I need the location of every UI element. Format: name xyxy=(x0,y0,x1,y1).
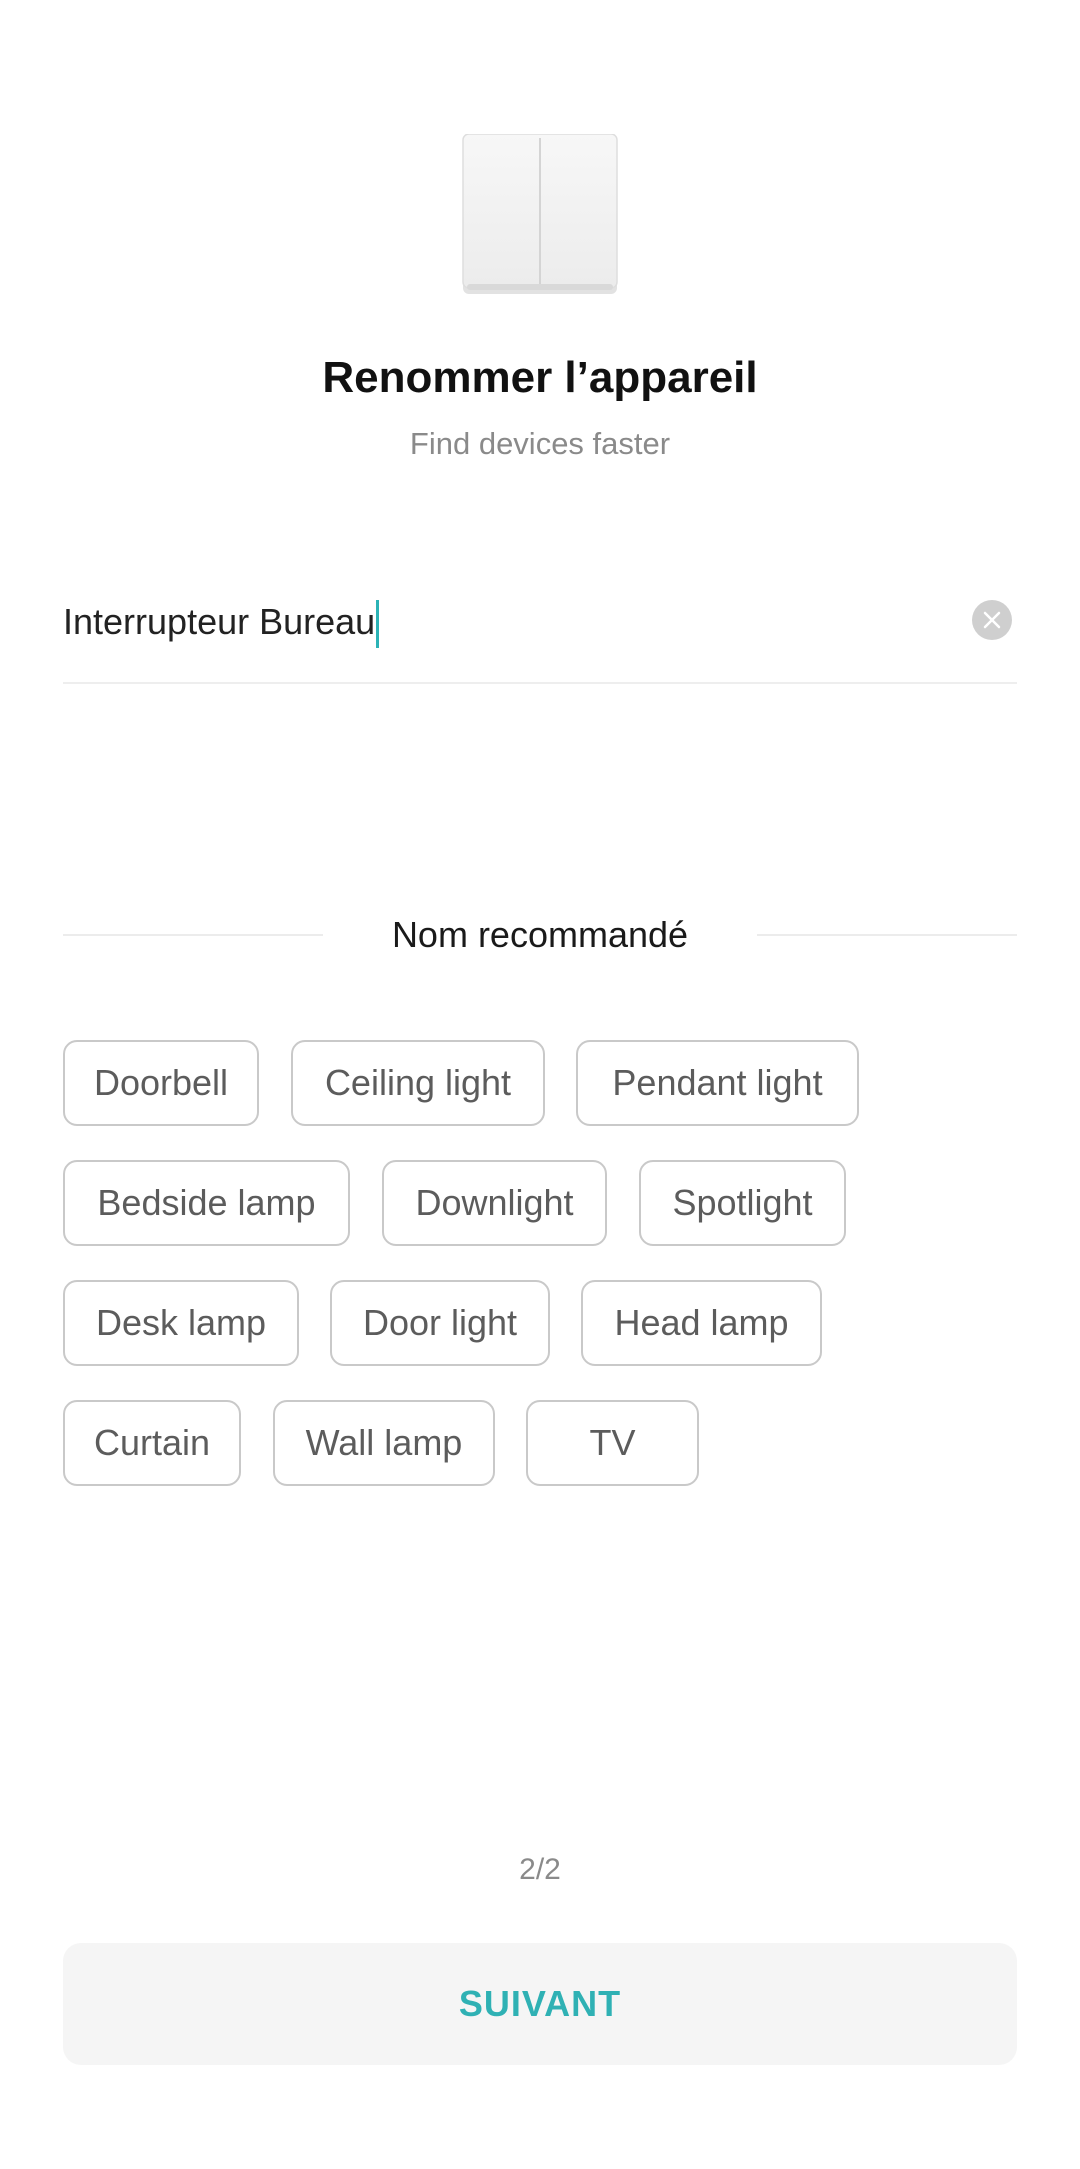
two-gang-wall-switch-icon xyxy=(462,134,618,294)
name-chip-door-light[interactable]: Door light xyxy=(330,1280,550,1366)
page-indicator: 2/2 xyxy=(519,1853,561,1886)
name-chip-doorbell[interactable]: Doorbell xyxy=(63,1040,259,1126)
name-chip-downlight[interactable]: Downlight xyxy=(382,1160,607,1246)
name-chip-desk-lamp[interactable]: Desk lamp xyxy=(63,1280,299,1366)
divider-right xyxy=(757,934,1017,936)
name-chip-tv[interactable]: TV xyxy=(526,1400,699,1486)
device-name-field[interactable]: Interrupteur Bureau xyxy=(63,580,1017,684)
device-name-value: Interrupteur Bureau xyxy=(63,601,376,642)
next-button[interactable]: SUIVANT xyxy=(63,1943,1017,2065)
name-chip-spotlight[interactable]: Spotlight xyxy=(639,1160,846,1246)
page-title: Renommer l’appareil xyxy=(322,353,758,402)
name-chip-bedside-lamp[interactable]: Bedside lamp xyxy=(63,1160,350,1246)
clear-button[interactable] xyxy=(972,600,1012,640)
rename-device-screen: Renommer l’appareil Find devices faster … xyxy=(0,0,1080,2169)
name-chip-pendant-light[interactable]: Pendant light xyxy=(576,1040,859,1126)
device-name-input[interactable]: Interrupteur Bureau xyxy=(63,594,380,650)
recommended-names-header: Nom recommandé xyxy=(63,910,1017,960)
name-chip-curtain[interactable]: Curtain xyxy=(63,1400,241,1486)
clear-circle-icon xyxy=(983,611,1001,629)
name-chip-head-lamp[interactable]: Head lamp xyxy=(581,1280,822,1366)
text-caret xyxy=(376,600,380,649)
name-chip-wall-lamp[interactable]: Wall lamp xyxy=(273,1400,495,1486)
name-chip-ceiling-light[interactable]: Ceiling light xyxy=(291,1040,545,1126)
page-subtitle: Find devices faster xyxy=(409,426,671,461)
